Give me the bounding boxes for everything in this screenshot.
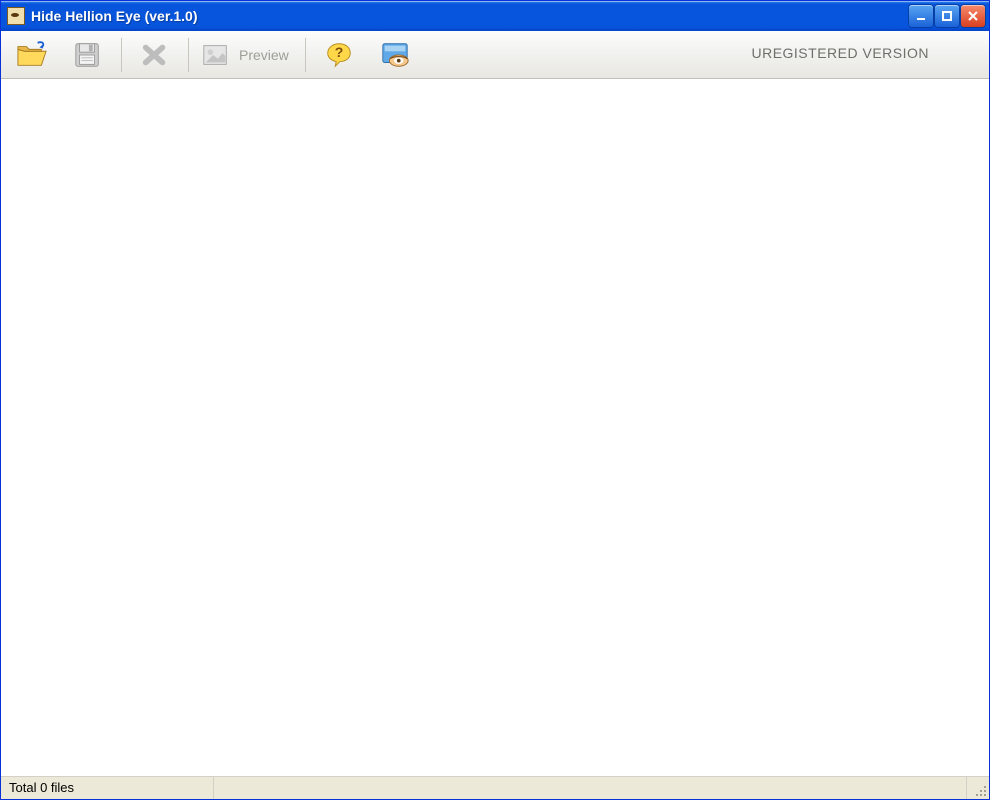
about-button[interactable] [368,35,422,75]
window-controls [909,5,985,27]
statusbar: Total 0 files [1,776,989,799]
preview-label: Preview [239,47,289,63]
about-eye-icon [378,40,412,70]
open-button[interactable] [5,35,59,75]
status-total-files: Total 0 files [1,777,214,799]
resize-grip[interactable] [967,777,989,799]
content-area[interactable] [1,79,989,776]
close-button[interactable] [961,5,985,27]
save-button[interactable] [61,35,115,75]
toolbar-separator [121,38,122,72]
registration-notice: UREGISTERED VERSION [751,45,929,61]
image-icon [199,40,233,70]
minimize-button[interactable] [909,5,933,27]
titlebar[interactable]: Hide Hellion Eye (ver.1.0) [1,1,989,31]
window-title: Hide Hellion Eye (ver.1.0) [31,8,198,24]
toolbar-separator [305,38,306,72]
minimize-icon [915,10,927,22]
toolbar-separator [188,38,189,72]
maximize-icon [941,10,953,22]
open-folder-icon [15,40,49,70]
resize-grip-icon [973,783,987,797]
help-balloon-icon: ? [322,40,356,70]
status-empty [214,777,967,799]
preview-button[interactable]: Preview [195,35,299,75]
close-icon [967,10,979,22]
save-disk-icon [71,40,105,70]
delete-button[interactable] [128,35,182,75]
app-window: Hide Hellion Eye (ver.1.0) [0,0,990,800]
app-icon [7,7,25,25]
delete-x-icon [138,40,172,70]
toolbar: Preview ? UREGISTERED VERSION [1,31,989,79]
svg-text:?: ? [335,43,344,59]
help-button[interactable]: ? [312,35,366,75]
maximize-button[interactable] [935,5,959,27]
